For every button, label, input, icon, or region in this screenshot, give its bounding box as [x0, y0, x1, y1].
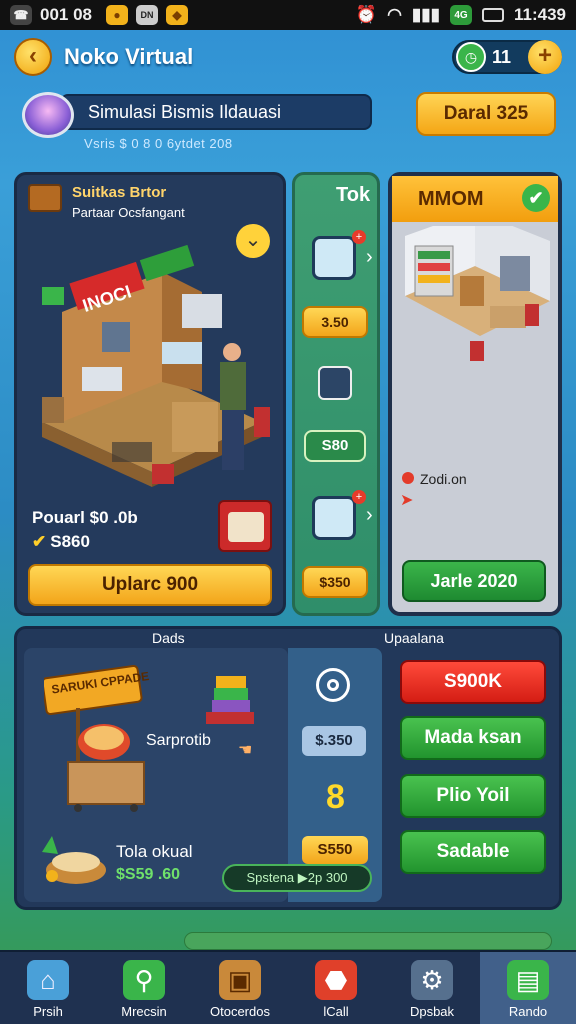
clock-icon: ◷	[456, 42, 486, 72]
nav-item-orders[interactable]: ▣ Otocerdos	[192, 952, 288, 1024]
gem-icon	[22, 92, 74, 138]
total-value: $S59 .60	[116, 866, 181, 883]
octagon-icon: ⬣	[315, 960, 357, 1000]
food-bowl-icon	[42, 836, 106, 884]
shop-title: Suitkas Brtor	[72, 184, 167, 201]
network-badge: 4G	[450, 5, 472, 25]
status-time-right: 11:439	[514, 5, 566, 24]
nav-item-settings[interactable]: ⚙ Dpsbak	[384, 952, 480, 1024]
gift-stack-icon	[206, 676, 254, 724]
system-pill[interactable]: Spstena ▶2p 300	[222, 864, 372, 892]
simulation-title-text: Simulasi Bismis Ildauasi	[88, 102, 282, 122]
upgrade-green-button-3[interactable]: Sadable	[400, 830, 546, 874]
daral-button[interactable]: Daral 325	[416, 92, 556, 136]
jarle-button[interactable]: Jarle 2020	[402, 560, 546, 602]
coin-icon: ●	[106, 5, 128, 25]
check-value-text: S860	[50, 532, 90, 551]
price-gold[interactable]: S550	[302, 836, 368, 864]
alert-badge-icon: +	[352, 490, 366, 504]
total-label: Tola okual	[116, 842, 193, 861]
coin-value: 11	[492, 47, 512, 67]
bottom-nav: ⌂ Prsih ⚲ Mrecsin ▣ Otocerdos ⬣ lCall ⚙ …	[0, 950, 576, 1024]
tok-chip[interactable]: S80	[304, 430, 366, 462]
nav-label: Otocerdos	[210, 1004, 270, 1019]
check-icon: ✔	[32, 532, 47, 551]
chevron-right-icon[interactable]: ›	[366, 246, 373, 269]
room-note: Zodi.on	[420, 471, 467, 487]
battery-icon	[482, 8, 504, 22]
shop-scene-illustration: INOCI	[42, 244, 270, 487]
clipboard-icon: ▤	[507, 960, 549, 1000]
room-illustration	[405, 226, 550, 361]
nav-item-call[interactable]: ⬣ lCall	[288, 952, 384, 1024]
nav-item-home[interactable]: ⌂ Prsih	[0, 952, 96, 1024]
box-icon: ▣	[219, 960, 261, 1000]
home-icon: ⌂	[27, 960, 69, 1000]
shop-subtitle: Partaar Ocsfangant	[72, 205, 185, 220]
magnifier-icon: ⚲	[123, 960, 165, 1000]
price-small: $.350	[302, 726, 366, 756]
scroll-bar[interactable]	[184, 932, 552, 950]
item-label: Sarprotib	[146, 732, 211, 749]
nav-label: Rando	[508, 1004, 548, 1019]
chevron-right-icon[interactable]: ›	[366, 504, 373, 527]
shop-price: Pouarl $0 .0b	[32, 508, 138, 527]
arrow-icon: ➤	[400, 492, 414, 509]
basket-icon[interactable]	[218, 500, 272, 552]
phone-icon: ☎	[10, 5, 32, 25]
counter-value: 8	[326, 778, 345, 816]
target-icon[interactable]	[316, 668, 350, 702]
tok-price-2[interactable]: $350	[302, 566, 368, 598]
upgrades-label: Upaalana	[384, 630, 444, 646]
nav-label: Mrecsin	[121, 1004, 167, 1019]
nav-label: lCall	[323, 1004, 349, 1019]
badge-icon: ◆	[166, 5, 188, 25]
deals-label: Dads	[152, 630, 185, 646]
upgrade-red-button[interactable]: S900K	[400, 660, 546, 704]
cup-icon[interactable]	[312, 236, 356, 280]
tok-title: Tok	[336, 184, 371, 206]
wifi-icon: ◠	[387, 5, 402, 24]
nav-item-rando[interactable]: ▤ Rando	[480, 952, 576, 1024]
shop-check-value: ✔ S860	[32, 532, 90, 552]
signboard-icon	[28, 184, 62, 212]
upgrade-green-button-2[interactable]: Plio Yoil	[400, 774, 546, 818]
food-cart-illustration: SARUKI CPPADE	[44, 665, 150, 812]
status-dot-icon	[402, 472, 414, 484]
gear-icon: ⚙	[411, 960, 453, 1000]
app-title: Noko Virtual	[64, 44, 194, 69]
signal-icon: ▮▮▮	[411, 5, 440, 24]
cup-icon[interactable]	[312, 496, 356, 540]
dn-icon: DN	[136, 5, 158, 25]
nav-label: Prsih	[33, 1004, 63, 1019]
alarm-icon: ⏰	[355, 5, 378, 24]
check-icon: ✔	[522, 184, 550, 212]
nav-item-search[interactable]: ⚲ Mrecsin	[96, 952, 192, 1024]
upgrade-button[interactable]: Uplarc 900	[28, 564, 272, 606]
upgrade-green-button-1[interactable]: Mada ksan	[400, 716, 546, 760]
tok-price-1[interactable]: 3.50	[302, 306, 368, 338]
status-time-left: 001 08	[40, 5, 92, 24]
back-button[interactable]: ‹	[14, 38, 52, 76]
simulation-title: Simulasi Bismis Ildauasi	[60, 94, 372, 130]
alert-badge-icon: +	[352, 230, 366, 244]
add-coins-button[interactable]: +	[528, 40, 562, 74]
pointer-icon: ☚	[238, 742, 253, 759]
status-bar: ☎ 001 08 ● DN ◆ ⏰ ◠ ▮▮▮ 4G 11:439	[0, 0, 576, 30]
bag-icon[interactable]	[318, 366, 352, 400]
simulation-subtitle: Vsris $ 0 8 0 6ytdet 208	[84, 136, 233, 151]
nav-label: Dpsbak	[409, 1004, 455, 1019]
